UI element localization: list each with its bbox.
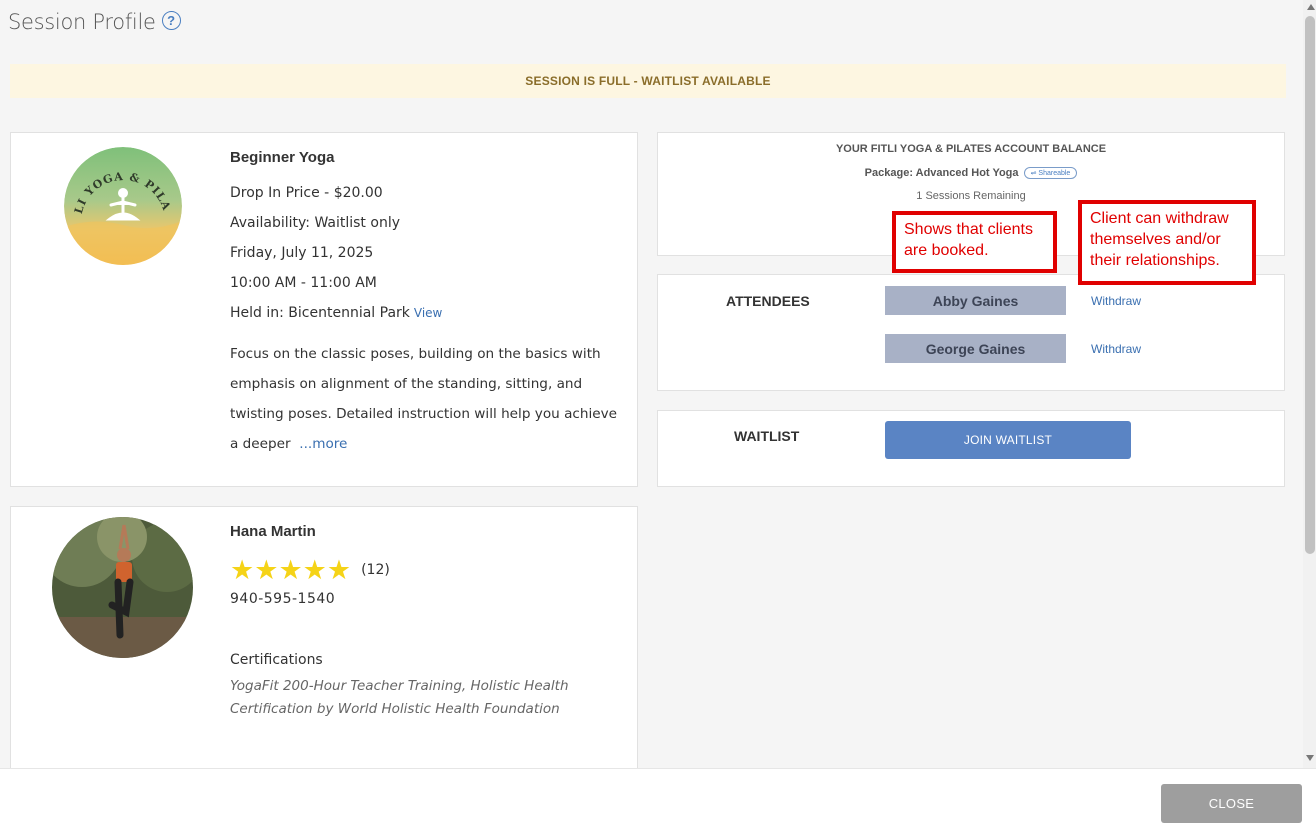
session-name: Beginner Yoga [230, 149, 335, 166]
waitlist-label: WAITLIST [734, 428, 800, 444]
session-price: Drop In Price - $20.00 [230, 185, 383, 201]
attendee-name: George Gaines [885, 334, 1066, 363]
instructor-phone: 940-595-1540 [230, 591, 336, 607]
attendees-card: ATTENDEES Abby Gaines Withdraw George Ga… [657, 274, 1285, 391]
shareable-badge: ⇌ Shareable [1023, 167, 1078, 180]
yoga-studio-logo-icon: FITLI YOGA & PILATES [64, 147, 182, 265]
balance-package-row: Package: Advanced Hot Yoga ⇌ Shareable [658, 167, 1284, 180]
star-icon: ★ [278, 555, 303, 585]
waitlist-card: WAITLIST JOIN WAITLIST [657, 410, 1285, 487]
shareable-label: Shareable [1038, 170, 1071, 178]
view-location-link[interactable]: View [414, 306, 442, 320]
session-profile-dialog: Session Profile ? SESSION IS FULL - WAIT… [0, 0, 1316, 834]
more-link[interactable]: ...more [299, 436, 347, 452]
session-availability: Availability: Waitlist only [230, 215, 400, 231]
certifications-text: YogaFit 200-Hour Teacher Training, Holis… [230, 678, 569, 717]
session-description: Focus on the classic poses, building on … [230, 339, 625, 459]
page-title: Session Profile [8, 10, 156, 34]
balance-title: YOUR FITLI YOGA & PILATES ACCOUNT BALANC… [835, 143, 1107, 155]
description-text: Focus on the classic poses, building on … [230, 346, 618, 452]
star-icon: ★ [326, 555, 352, 585]
instructor-card: Hana Martin ★ ★ ★ ★ ★ (12) 940-595-1540 … [10, 506, 638, 776]
star-icon: ★ [254, 555, 279, 585]
attendee-name: Abby Gaines [885, 286, 1066, 315]
dialog-footer [0, 768, 1316, 834]
close-button[interactable]: CLOSE [1161, 784, 1302, 823]
scroll-up-icon[interactable] [1307, 4, 1315, 10]
session-card: FITLI YOGA & PILATES Beginner Yoga Drop … [10, 132, 638, 487]
session-location: Held in: Bicentennial Park [230, 305, 410, 321]
scrollbar-thumb[interactable] [1305, 16, 1315, 554]
join-waitlist-button[interactable]: JOIN WAITLIST [885, 421, 1131, 459]
help-icon[interactable]: ? [161, 10, 181, 30]
session-location-row: Held in: Bicentennial Park View [230, 305, 442, 321]
instructor-photo [52, 517, 193, 658]
session-date: Friday, July 11, 2025 [230, 245, 374, 261]
star-icon: ★ [230, 555, 255, 585]
session-time: 10:00 AM - 11:00 AM [230, 275, 377, 291]
header: Session Profile ? [8, 8, 181, 36]
status-banner: SESSION IS FULL - WAITLIST AVAILABLE [10, 64, 1286, 98]
scroll-down-icon[interactable] [1306, 755, 1314, 761]
attendees-label: ATTENDEES [726, 293, 810, 309]
callout-booked: Shows that clients are booked. [892, 211, 1057, 273]
star-icon: ★ [302, 555, 327, 585]
withdraw-link[interactable]: Withdraw [1091, 294, 1141, 308]
certifications-label: Certifications [230, 652, 323, 668]
withdraw-link[interactable]: Withdraw [1091, 342, 1141, 356]
instructor-name: Hana Martin [230, 523, 316, 540]
balance-package: Package: Advanced Hot Yoga [864, 167, 1019, 179]
callout-withdraw: Client can withdraw themselves and/or th… [1078, 200, 1256, 285]
review-count[interactable]: (12) [361, 562, 390, 578]
rating-stars: ★ ★ ★ ★ ★ (12) [230, 555, 390, 585]
